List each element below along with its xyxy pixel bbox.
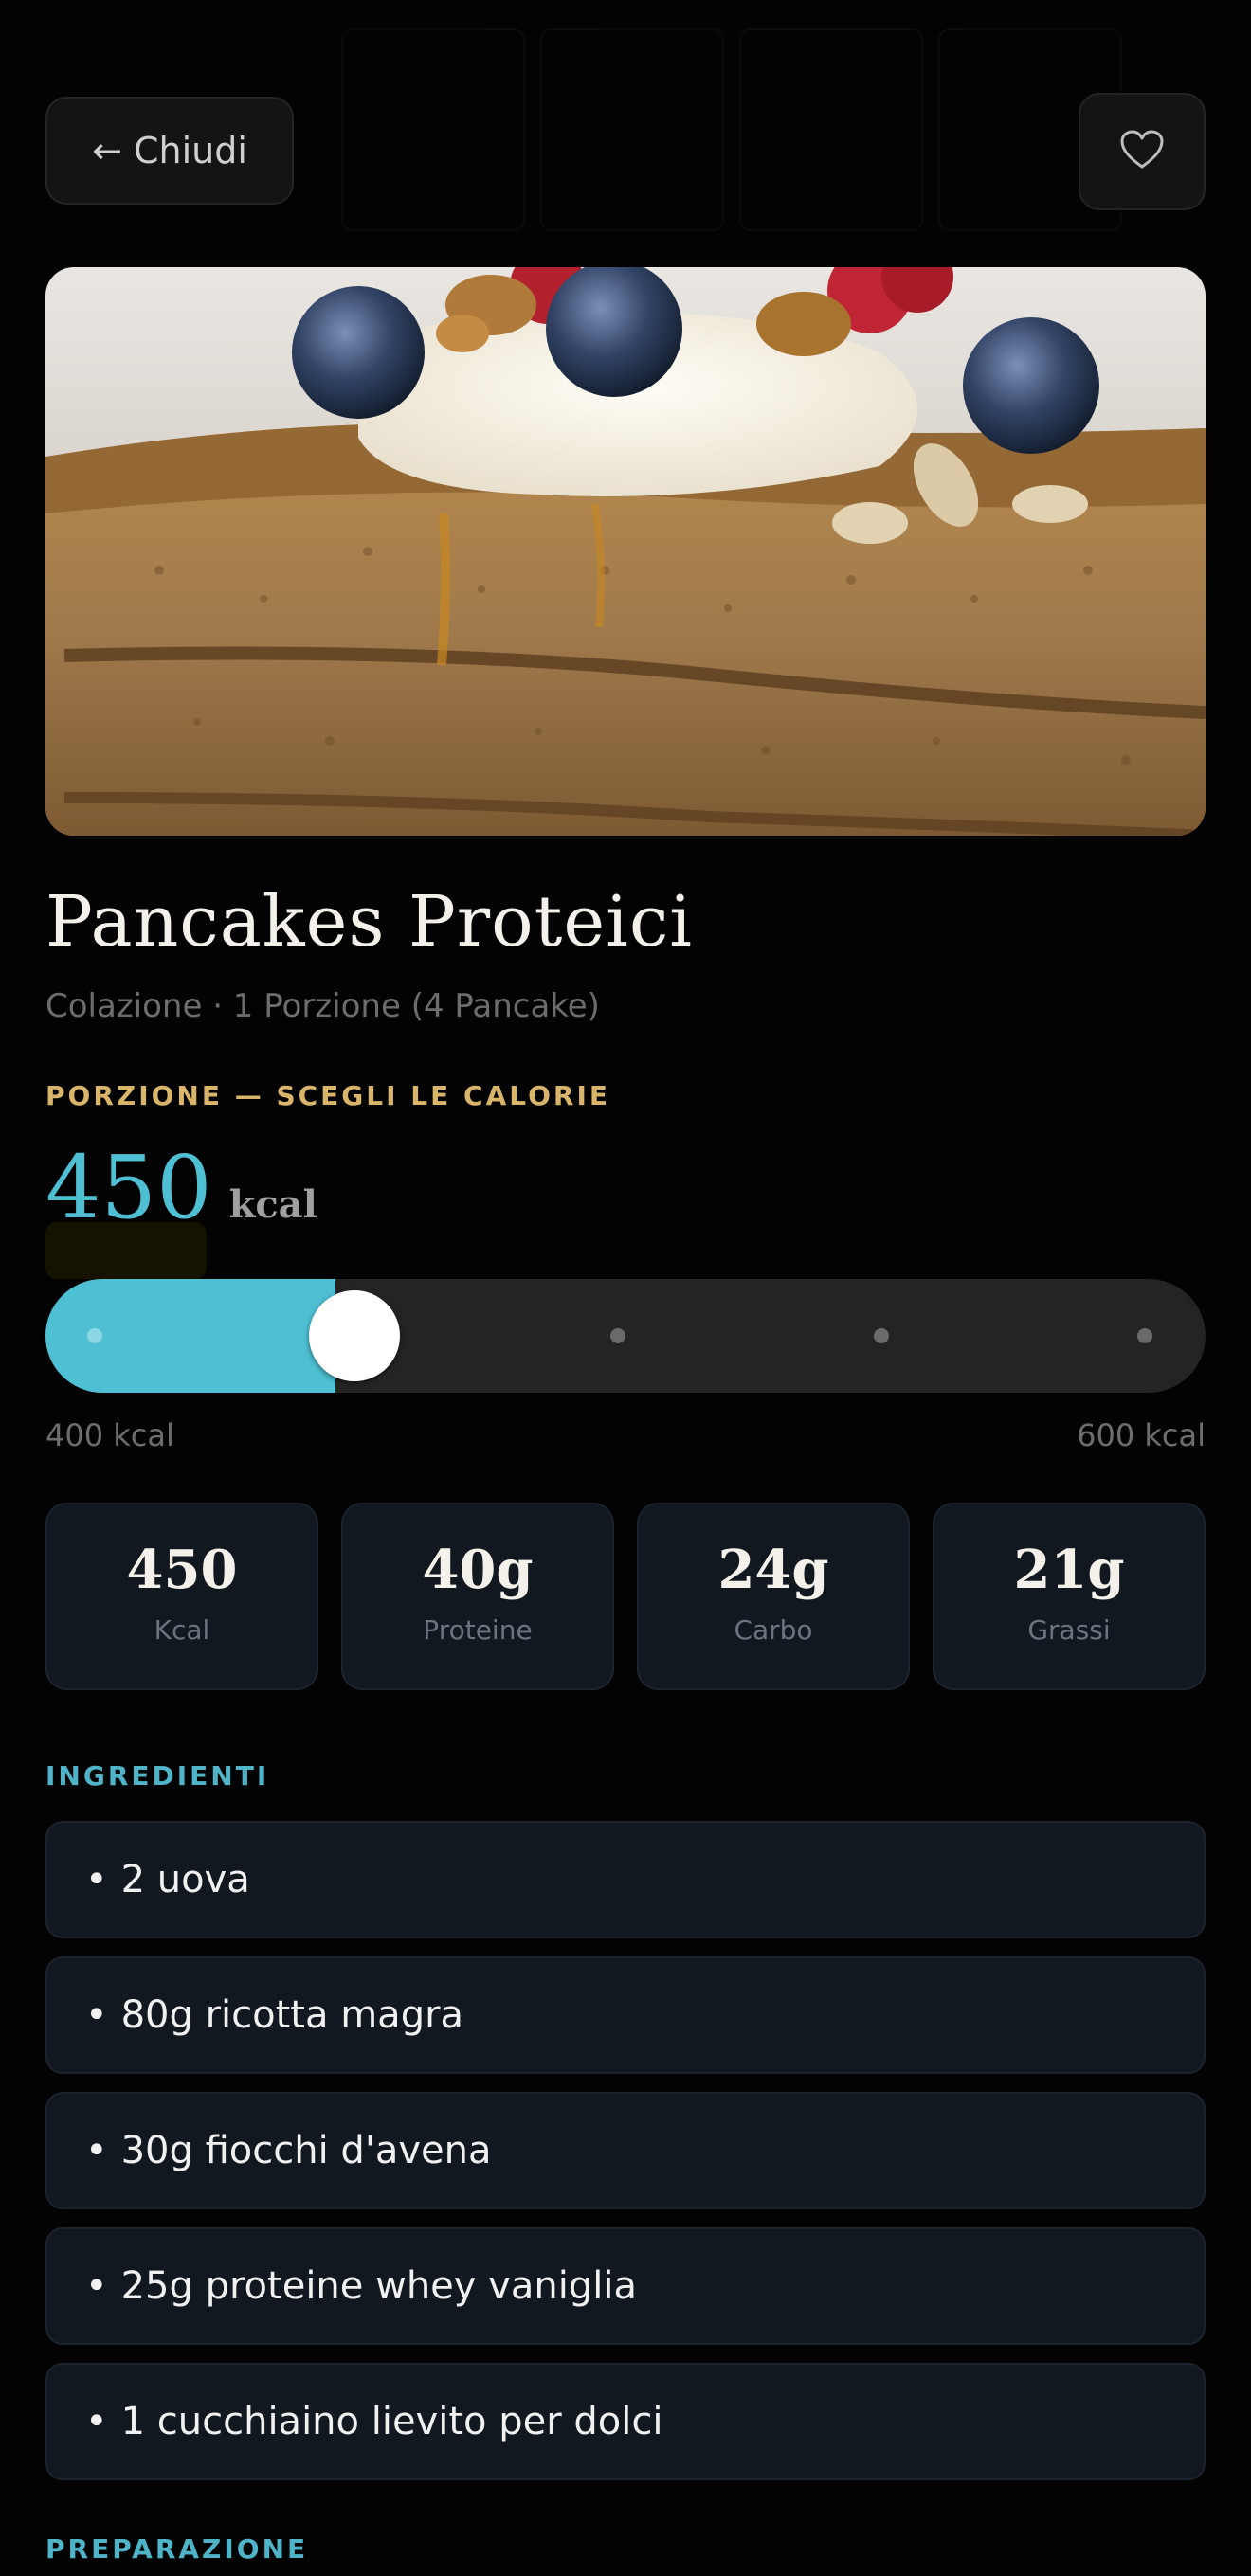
recipe-photo bbox=[45, 267, 1206, 836]
ingredient-text: 25g proteine whey vaniglia bbox=[120, 2264, 637, 2308]
macro-label: Proteine bbox=[423, 1614, 533, 1646]
ingredient-item: • 25g proteine whey vaniglia bbox=[45, 2227, 1206, 2345]
bullet: • bbox=[85, 2400, 108, 2443]
slider-min-label: 400 kcal bbox=[45, 1417, 174, 1453]
portion-section-label: PORZIONE — SCEGLI LE CALORIE bbox=[45, 1080, 610, 1111]
kcal-value: 450 bbox=[45, 1137, 212, 1238]
ingredient-item: • 30g fiocchi d'avena bbox=[45, 2092, 1206, 2209]
ingredient-text: 1 cucchiaino lievito per dolci bbox=[120, 2400, 663, 2443]
macro-value: 21g bbox=[1013, 1539, 1125, 1601]
kcal-unit: kcal bbox=[228, 1182, 317, 1227]
bullet: • bbox=[85, 1858, 108, 1901]
macro-value: 40g bbox=[422, 1539, 534, 1601]
ingredient-item: • 1 cucchiaino lievito per dolci bbox=[45, 2363, 1206, 2480]
slider-step-dot bbox=[1137, 1328, 1152, 1343]
calorie-slider[interactable] bbox=[45, 1279, 1206, 1393]
ingredient-item: • 2 uova bbox=[45, 1821, 1206, 1938]
macro-card-protein: 40g Proteine bbox=[341, 1503, 614, 1690]
recipe-title: Pancakes Proteici bbox=[45, 881, 693, 963]
ingredient-item: • 80g ricotta magra bbox=[45, 1956, 1206, 2074]
recipe-subtitle: Colazione · 1 Porzione (4 Pancake) bbox=[45, 987, 600, 1025]
ingredient-text: 80g ricotta magra bbox=[120, 1993, 464, 2037]
macro-value: 24g bbox=[717, 1539, 829, 1601]
slider-thumb[interactable] bbox=[309, 1290, 400, 1381]
bullet: • bbox=[85, 2264, 108, 2308]
bullet: • bbox=[85, 2129, 108, 2172]
kcal-readout: 450 kcal bbox=[45, 1137, 317, 1238]
bullet: • bbox=[85, 1993, 108, 2037]
macro-card-carbs: 24g Carbo bbox=[637, 1503, 910, 1690]
close-button-label: ← Chiudi bbox=[92, 130, 247, 171]
slider-step-dot bbox=[610, 1328, 626, 1343]
ingredient-text: 30g fiocchi d'avena bbox=[120, 2129, 492, 2172]
macro-card-fat: 21g Grassi bbox=[933, 1503, 1206, 1690]
slider-step-dot bbox=[87, 1328, 102, 1343]
heart-outline-icon bbox=[1119, 129, 1165, 174]
ingredients-section-label: INGREDIENTI bbox=[45, 1760, 270, 1792]
macro-label: Grassi bbox=[1027, 1614, 1111, 1646]
preparation-section-label: PREPARAZIONE bbox=[45, 2533, 309, 2565]
recipe-detail-screen: ← Chiudi Pancakes Proteici Colazione · 1… bbox=[0, 0, 1251, 2576]
macro-label: Carbo bbox=[734, 1614, 813, 1646]
macro-value: 450 bbox=[126, 1539, 238, 1601]
macro-label: Kcal bbox=[154, 1614, 210, 1646]
close-button[interactable]: ← Chiudi bbox=[45, 97, 294, 205]
favorite-button[interactable] bbox=[1079, 93, 1206, 210]
slider-max-label: 600 kcal bbox=[1077, 1417, 1206, 1453]
slider-step-dot bbox=[874, 1328, 889, 1343]
ingredient-text: 2 uova bbox=[120, 1858, 250, 1901]
macro-card-kcal: 450 Kcal bbox=[45, 1503, 318, 1690]
